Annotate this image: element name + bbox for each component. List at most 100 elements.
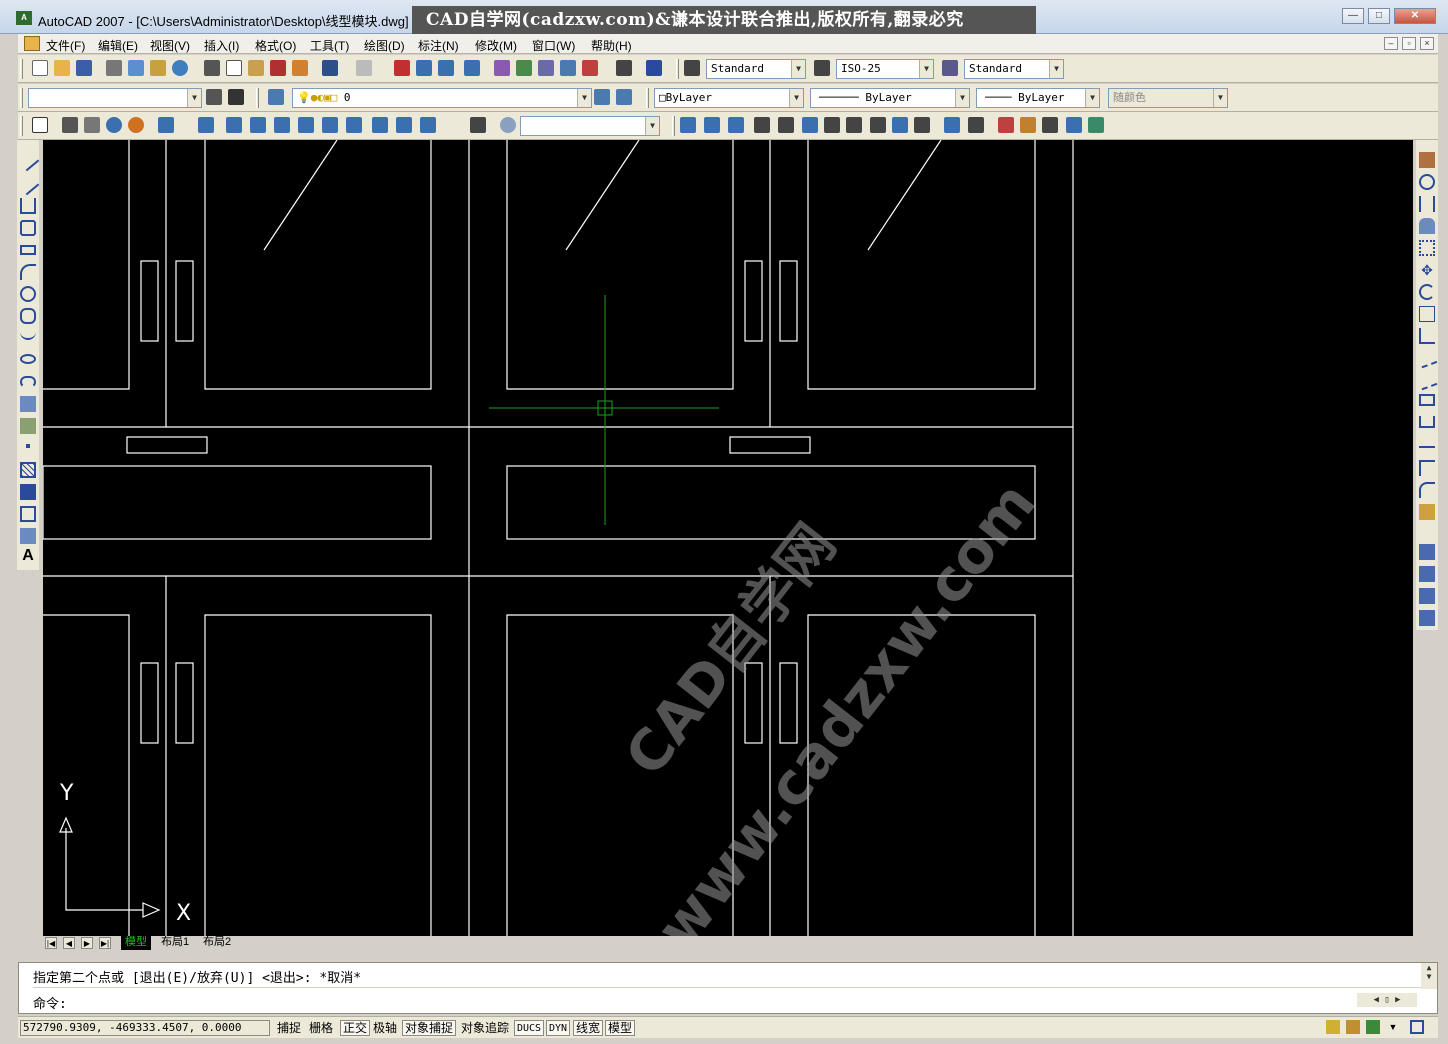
imprint-icon[interactable] bbox=[998, 117, 1014, 133]
view-right-icon[interactable] bbox=[274, 117, 290, 133]
copy-icon[interactable] bbox=[226, 60, 242, 76]
publish-icon[interactable] bbox=[150, 60, 166, 76]
menu-dimension[interactable]: 标注(N) bbox=[418, 37, 459, 54]
separate-icon[interactable] bbox=[1042, 117, 1058, 133]
rotate-faces-icon[interactable] bbox=[846, 117, 862, 133]
command-scrollbar[interactable]: ▲ ▼ bbox=[1421, 963, 1437, 989]
view-combo[interactable]: ▼ bbox=[520, 116, 660, 136]
zoom-previous-icon[interactable] bbox=[464, 60, 480, 76]
color-combo[interactable]: □ByLayer ▼ bbox=[654, 88, 804, 108]
clean-screen-icon[interactable] bbox=[1410, 1020, 1424, 1034]
camera-icon[interactable] bbox=[470, 117, 486, 133]
trim-icon[interactable] bbox=[1416, 347, 1438, 369]
array-icon[interactable] bbox=[1419, 240, 1435, 256]
ellipse-arc-icon[interactable] bbox=[20, 376, 36, 388]
intersect-icon[interactable] bbox=[728, 117, 744, 133]
make-object-layer-current-icon[interactable] bbox=[594, 89, 610, 105]
sphere-icon[interactable] bbox=[106, 117, 122, 133]
copy-object-icon[interactable] bbox=[1419, 174, 1435, 190]
coordinate-display[interactable]: 572790.9309, -469333.4507, 0.0000 bbox=[20, 1020, 270, 1036]
box-icon[interactable] bbox=[62, 117, 78, 133]
bring-to-front-icon[interactable] bbox=[1419, 544, 1435, 560]
otrack-toggle[interactable]: 对象追踪 bbox=[458, 1020, 512, 1036]
menu-edit[interactable]: 编辑(E) bbox=[98, 37, 138, 54]
last-tab-button[interactable]: ▶| bbox=[99, 937, 111, 949]
next-tab-button[interactable]: ▶ bbox=[81, 937, 93, 949]
menu-format[interactable]: 格式(O) bbox=[255, 37, 296, 54]
close-button[interactable]: ✕ bbox=[1394, 8, 1436, 24]
sheet-set-icon[interactable] bbox=[560, 60, 576, 76]
wedge-icon[interactable] bbox=[84, 117, 100, 133]
table-style-icon[interactable] bbox=[942, 60, 958, 76]
arc-icon[interactable] bbox=[20, 264, 36, 280]
copy-edges-icon[interactable] bbox=[944, 117, 960, 133]
dim-style-combo[interactable]: ISO-25 ▼ bbox=[836, 59, 934, 79]
text-style-icon[interactable] bbox=[684, 60, 700, 76]
taper-faces-icon[interactable] bbox=[870, 117, 886, 133]
command-horizontal-scrollbar[interactable]: ◀ ▯ ▶ bbox=[1357, 993, 1417, 1007]
undo-icon[interactable] bbox=[322, 60, 338, 76]
match-properties-icon[interactable] bbox=[270, 60, 286, 76]
properties-icon[interactable] bbox=[494, 60, 510, 76]
lineweight-combo[interactable]: ──── ByLayer ▼ bbox=[976, 88, 1100, 108]
text-style-combo[interactable]: Standard ▼ bbox=[706, 59, 806, 79]
view-ne-iso-icon[interactable] bbox=[396, 117, 412, 133]
move-icon[interactable]: ✥ bbox=[1419, 262, 1435, 278]
snap-toggle[interactable]: 捕捉 bbox=[274, 1020, 304, 1036]
fillet-icon[interactable] bbox=[1419, 482, 1435, 498]
previous-tab-button[interactable]: ◀ bbox=[63, 937, 75, 949]
dwf-icon[interactable] bbox=[172, 60, 188, 76]
scale-icon[interactable] bbox=[1419, 306, 1435, 322]
tab-layout1[interactable]: 布局1 bbox=[157, 936, 193, 950]
ducs-toggle[interactable]: DUCS bbox=[514, 1020, 545, 1036]
revision-cloud-icon[interactable] bbox=[20, 308, 36, 324]
table-icon[interactable] bbox=[20, 528, 36, 544]
model-toggle[interactable]: 模型 bbox=[605, 1020, 636, 1036]
toolbar-grip[interactable] bbox=[20, 59, 23, 79]
dim-style-icon[interactable] bbox=[814, 60, 830, 76]
circle-icon[interactable] bbox=[20, 286, 36, 302]
menu-help[interactable]: 帮助(H) bbox=[591, 37, 632, 54]
rotate-icon[interactable] bbox=[1419, 284, 1435, 300]
new-icon[interactable] bbox=[32, 60, 48, 76]
mirror-icon[interactable] bbox=[1419, 196, 1435, 212]
make-block-icon[interactable] bbox=[20, 418, 36, 434]
color-faces-icon[interactable] bbox=[914, 117, 930, 133]
toolbar-grip[interactable] bbox=[646, 88, 649, 108]
zoom-window-icon[interactable] bbox=[438, 60, 454, 76]
command-prompt[interactable]: 命令: bbox=[33, 993, 67, 1012]
grid-toggle[interactable]: 栅格 bbox=[306, 1020, 336, 1036]
toolbar-grip[interactable] bbox=[256, 88, 259, 108]
chevron-down-icon[interactable]: ▼ bbox=[919, 60, 933, 78]
view-front-icon[interactable] bbox=[298, 117, 314, 133]
menu-draw[interactable]: 绘图(D) bbox=[364, 37, 405, 54]
first-tab-button[interactable]: |◀ bbox=[45, 937, 57, 949]
construction-line-icon[interactable] bbox=[16, 172, 40, 196]
layer-manager-icon[interactable] bbox=[268, 89, 284, 105]
insert-block-icon[interactable] bbox=[20, 396, 36, 412]
offset-faces-icon[interactable] bbox=[802, 117, 818, 133]
mdi-close-button[interactable]: × bbox=[1420, 37, 1434, 50]
mdi-minimize-button[interactable]: – bbox=[1384, 37, 1398, 50]
shell-icon[interactable] bbox=[1066, 117, 1082, 133]
view-nw-iso-icon[interactable] bbox=[420, 117, 436, 133]
hatch-icon[interactable] bbox=[20, 462, 36, 478]
toolbar-grip[interactable] bbox=[672, 116, 675, 136]
menu-file[interactable]: 文件(F) bbox=[46, 37, 85, 54]
layer-previous-icon[interactable] bbox=[616, 89, 632, 105]
chevron-down-icon[interactable]: ▼ bbox=[1049, 60, 1063, 78]
minimize-button[interactable]: — bbox=[1342, 8, 1364, 24]
extrude-faces-icon[interactable] bbox=[754, 117, 770, 133]
chamfer-icon[interactable] bbox=[1419, 460, 1435, 476]
ortho-toggle[interactable]: 正交 bbox=[340, 1020, 371, 1036]
tab-model[interactable]: 模型 bbox=[121, 936, 151, 950]
erase-icon[interactable] bbox=[1419, 152, 1435, 168]
linetype-combo[interactable]: ────── ByLayer ▼ bbox=[810, 88, 970, 108]
design-center-icon[interactable] bbox=[516, 60, 532, 76]
save-workspace-icon[interactable] bbox=[228, 89, 244, 105]
dyn-toggle[interactable]: DYN bbox=[546, 1020, 571, 1036]
save-icon[interactable] bbox=[76, 60, 92, 76]
polyline-icon[interactable] bbox=[20, 198, 36, 214]
offset-icon[interactable] bbox=[1419, 218, 1435, 234]
communication-center-icon[interactable] bbox=[1326, 1020, 1340, 1034]
